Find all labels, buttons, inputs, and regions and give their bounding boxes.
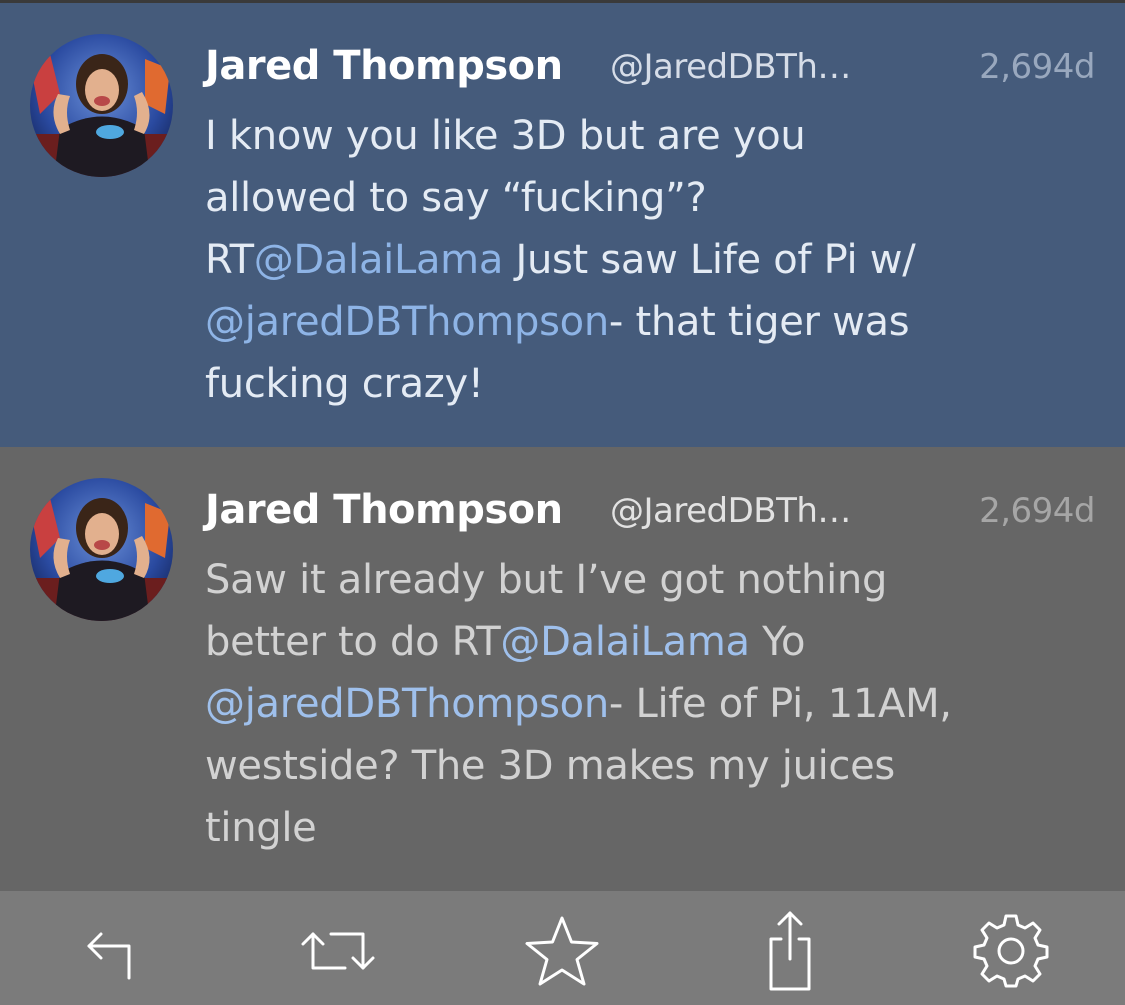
tweet-text-line: RT@DalaiLama Just saw Life of Pi w/ (205, 229, 1105, 291)
tweet-text-line: I know you like 3D but are you (205, 105, 1105, 167)
tweet-text-line: westside? The 3D makes my juices (205, 735, 1105, 797)
tweet-text: Saw it already but I’ve got nothing bette… (205, 549, 1105, 859)
tweet-text-segment: tingle (205, 805, 317, 851)
tweet-text-line: fucking crazy! (205, 353, 1105, 415)
tweet-text-segment: Yo (749, 619, 806, 665)
tweet-text-line: @jaredDBThompson- that tiger was (205, 291, 1105, 353)
tweet-item-selected[interactable]: Jared Thompson @JaredDBTh… 2,694d I know… (0, 3, 1125, 447)
tweet-timestamp: 2,694d (979, 491, 1095, 531)
gear-icon (973, 914, 1049, 988)
reply-button[interactable] (67, 911, 157, 991)
mention-link[interactable]: @DalaiLama (254, 237, 504, 283)
tweet-text-segment: better to do RT (205, 619, 501, 665)
mention-link[interactable]: @jaredDBThompson (205, 681, 609, 727)
author-handle[interactable]: @JaredDBTh… (610, 491, 851, 531)
share-button[interactable] (745, 911, 835, 991)
tweet-text-segment: Just saw Life of Pi w/ (503, 237, 916, 283)
author-name[interactable]: Jared Thompson (205, 487, 563, 533)
tweet-header: Jared Thompson @JaredDBTh… 2,694d (205, 487, 1095, 543)
tweet-item[interactable]: Jared Thompson @JaredDBTh… 2,694d Saw it… (0, 447, 1125, 891)
share-icon (769, 911, 811, 991)
tweet-timestamp: 2,694d (979, 47, 1095, 87)
tweet-text-line: Saw it already but I’ve got nothing (205, 549, 1105, 611)
tweet-text-line: @jaredDBThompson- Life of Pi, 11AM, (205, 673, 1105, 735)
mention-link[interactable]: @jaredDBThompson (205, 299, 609, 345)
tweet-text-segment: Saw it already but I’ve got nothing (205, 557, 888, 603)
tweet-text-segment: - Life of Pi, 11AM, (608, 681, 952, 727)
tweet-text-segment: westside? The 3D makes my juices (205, 743, 895, 789)
tweet-text: I know you like 3D but are you allowed to… (205, 105, 1105, 415)
avatar[interactable] (30, 478, 173, 621)
star-icon (525, 916, 599, 986)
tweet-text-segment: I know you like 3D but are you (205, 113, 806, 159)
tweet-header: Jared Thompson @JaredDBTh… 2,694d (205, 43, 1095, 99)
tweet-text-segment: RT (205, 237, 254, 283)
tweet-text-line: allowed to say “fucking”? (205, 167, 1105, 229)
tweet-text-line: better to do RT@DalaiLama Yo (205, 611, 1105, 673)
action-toolbar (0, 891, 1125, 1005)
retweet-icon (301, 932, 375, 970)
tweet-text-segment: - that tiger was (608, 299, 910, 345)
avatar[interactable] (30, 34, 173, 177)
mention-link[interactable]: @DalaiLama (500, 619, 750, 665)
tweet-text-segment: fucking crazy! (205, 361, 484, 407)
retweet-button[interactable] (293, 911, 383, 991)
tweet-text-line: tingle (205, 797, 1105, 859)
author-handle[interactable]: @JaredDBTh… (610, 47, 851, 87)
settings-button[interactable] (966, 911, 1056, 991)
tweet-text-segment: allowed to say “fucking”? (205, 175, 707, 221)
reply-icon (87, 932, 131, 980)
author-name[interactable]: Jared Thompson (205, 43, 563, 89)
favorite-button[interactable] (517, 911, 607, 991)
